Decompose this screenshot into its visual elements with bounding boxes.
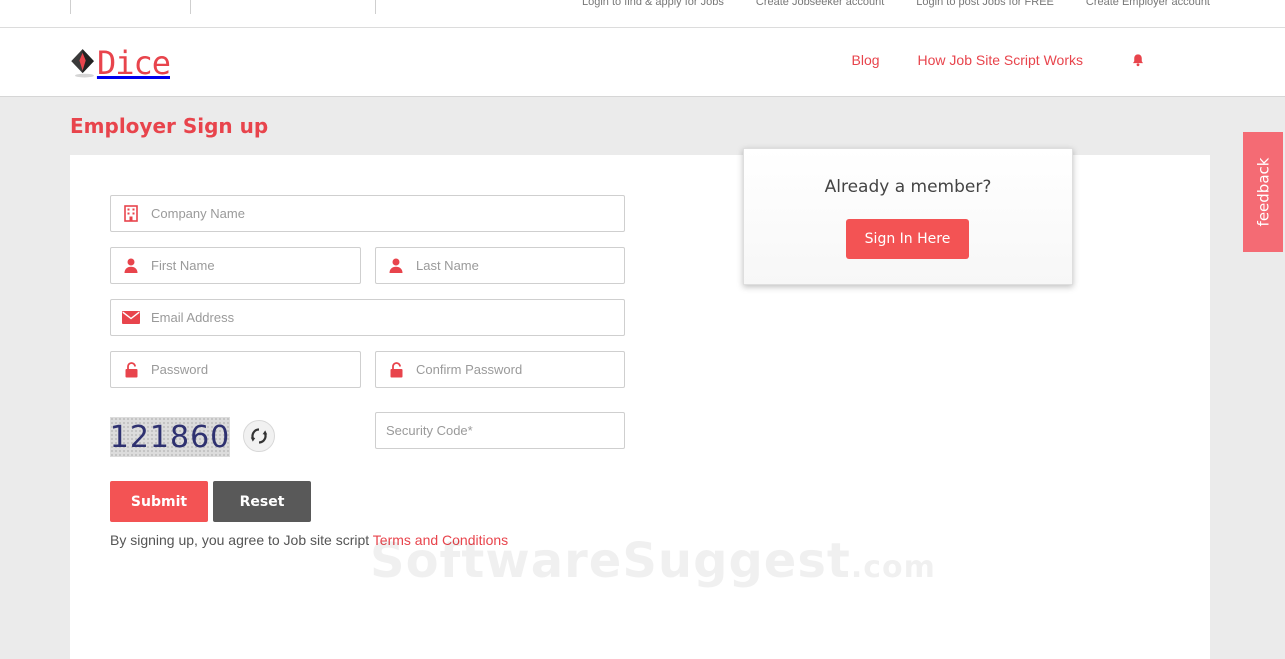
create-employer-link[interactable]: Create Employer account: [1086, 0, 1210, 8]
refresh-captcha-button[interactable]: [243, 420, 275, 452]
site-logo[interactable]: Dice: [70, 38, 171, 88]
top-links: Login to find & apply for Jobs Create Jo…: [582, 0, 1210, 8]
first-name-input[interactable]: [151, 248, 360, 283]
member-heading: Already a member?: [824, 177, 992, 197]
nav-blog[interactable]: Blog: [852, 52, 880, 68]
email-field: [110, 299, 625, 336]
feedback-tab[interactable]: feedback: [1243, 132, 1283, 252]
captcha-image: 121860: [110, 417, 230, 457]
reset-button[interactable]: Reset: [213, 481, 311, 522]
logo-text: Dice: [96, 44, 171, 82]
security-code-field: [375, 412, 625, 449]
watermark: SoftwareSuggest.com: [370, 533, 936, 589]
page-title: Employer Sign up: [70, 114, 269, 138]
main-nav: Blog How Job Site Script Works: [852, 52, 1146, 68]
site-header: Dice Blog How Job Site Script Works: [0, 28, 1285, 97]
terms-prefix: By signing up, you agree to Job site scr…: [110, 532, 373, 548]
envelope-icon: [122, 311, 140, 324]
member-box: Already a member? Sign In Here: [743, 148, 1073, 285]
lock-icon: [125, 361, 137, 377]
employer-login-link[interactable]: Login to post Jobs for FREE: [916, 0, 1054, 8]
watermark-suffix: .com: [850, 550, 936, 585]
create-jobseeker-link[interactable]: Create Jobseeker account: [756, 0, 884, 8]
sign-in-button[interactable]: Sign In Here: [846, 219, 969, 259]
confirm-password-input[interactable]: [416, 352, 624, 387]
lock-icon: [390, 361, 402, 377]
confirm-password-field: [375, 351, 625, 388]
feedback-label: feedback: [1254, 157, 1272, 227]
jobseeker-login-link[interactable]: Login to find & apply for Jobs: [582, 0, 724, 8]
building-icon: [124, 205, 138, 222]
nav-how-it-works[interactable]: How Job Site Script Works: [918, 52, 1083, 68]
logo-diamond-icon: [71, 49, 94, 78]
first-name-field: [110, 247, 361, 284]
password-field: [110, 351, 361, 388]
top-divider: [190, 0, 191, 14]
last-name-field: [375, 247, 625, 284]
security-code-input[interactable]: [376, 413, 624, 448]
bell-icon[interactable]: [1131, 53, 1145, 67]
refresh-icon: [250, 428, 268, 444]
user-icon: [124, 258, 138, 273]
last-name-input[interactable]: [416, 248, 624, 283]
watermark-main: SoftwareSuggest: [370, 533, 851, 589]
top-bar: Login to find & apply for Jobs Create Jo…: [0, 0, 1285, 28]
top-divider: [70, 0, 71, 14]
user-icon: [389, 258, 403, 273]
company-field: [110, 195, 625, 232]
email-input[interactable]: [151, 300, 624, 335]
submit-button[interactable]: Submit: [110, 481, 208, 522]
top-divider: [375, 0, 376, 14]
password-input[interactable]: [151, 352, 360, 387]
captcha-code: 121860: [109, 419, 231, 455]
company-name-input[interactable]: [151, 196, 624, 231]
